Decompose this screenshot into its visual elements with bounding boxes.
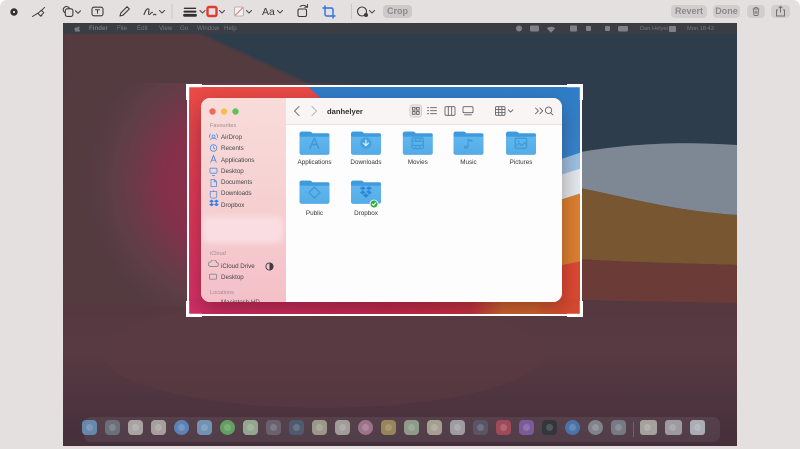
svg-text:Aa: Aa (262, 6, 275, 18)
